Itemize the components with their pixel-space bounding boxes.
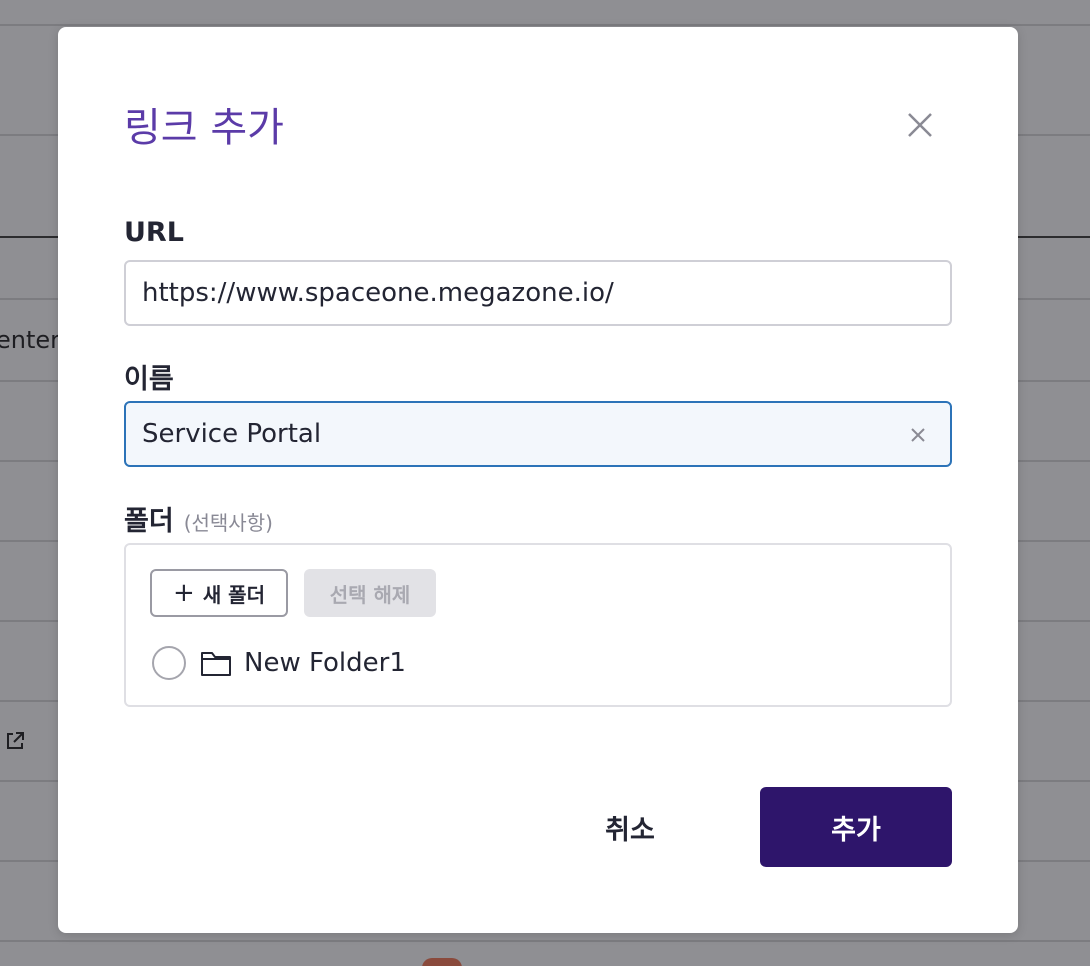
url-label: URL [124, 217, 184, 248]
background-text: enter [0, 326, 61, 354]
folder-label-text: 폴더 [124, 506, 174, 537]
close-icon[interactable] [904, 109, 936, 141]
new-folder-button[interactable]: + 새 폴더 [150, 569, 288, 617]
name-input[interactable]: Service Portal [124, 401, 952, 467]
new-folder-label: 새 폴더 [202, 582, 265, 607]
folder-selector: + 새 폴더 선택 해제 New Folder1 [124, 543, 952, 707]
add-button[interactable]: 추가 [760, 787, 952, 867]
deselect-button: 선택 해제 [304, 569, 436, 617]
modal-title: 링크 추가 [124, 105, 284, 151]
name-label: 이름 [124, 364, 174, 395]
clear-icon[interactable] [908, 425, 928, 445]
background-avatar [422, 958, 462, 966]
cancel-button[interactable]: 취소 [580, 797, 680, 857]
folder-name: New Folder1 [244, 648, 406, 678]
url-input[interactable]: https://www.spaceone.megazone.io/ [124, 260, 952, 326]
external-link-icon [7, 732, 24, 749]
folder-label: 폴더 (선택사항) [124, 499, 273, 538]
divider [0, 24, 1090, 26]
folder-list-item[interactable]: New Folder1 [152, 643, 406, 683]
folder-icon [201, 652, 231, 676]
folder-radio[interactable] [152, 646, 186, 680]
add-link-modal: 링크 추가 URL https://www.spaceone.megazone.… [58, 27, 1018, 933]
plus-icon: + [173, 578, 195, 608]
optional-hint: (선택사항) [183, 511, 273, 535]
divider [0, 940, 1090, 942]
url-value: https://www.spaceone.megazone.io/ [142, 278, 614, 308]
name-value: Service Portal [142, 419, 322, 449]
